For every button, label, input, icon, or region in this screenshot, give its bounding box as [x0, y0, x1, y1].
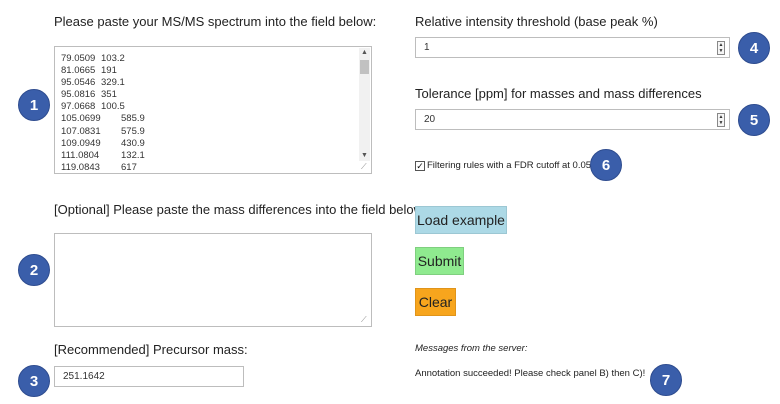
scroll-down-icon[interactable]: ▼ [359, 151, 370, 161]
spectrum-mz: 109.0949 [61, 137, 101, 149]
spectrum-content: 79.0509 103.2 81.0665 191 95.0546 329.1 95.081… [61, 53, 357, 173]
mass-differences-label: [Optional] Please paste the mass differe… [54, 202, 427, 217]
badge-5: 5 [738, 104, 770, 136]
spectrum-row: 95.0546 329.1 [61, 77, 357, 89]
resize-grip-icon[interactable]: ⟋ [361, 163, 369, 171]
fdr-label: Filtering rules with a FDR cutoff at 0.0… [427, 160, 592, 171]
badge-2: 2 [18, 254, 50, 286]
clear-button[interactable]: Clear [415, 288, 456, 316]
spectrum-intensity: 617 [121, 161, 137, 173]
spectrum-label: Please paste your MS/MS spectrum into th… [54, 14, 377, 29]
spectrum-row: 111.0804 132.1 [61, 150, 357, 162]
spectrum-intensity: 585.9 [121, 113, 145, 125]
load-example-button[interactable]: Load example [415, 206, 507, 234]
badge-6: 6 [590, 149, 622, 181]
spectrum-intensity: 351 [101, 89, 117, 101]
threshold-label: Relative intensity threshold (base peak … [415, 14, 658, 29]
spectrum-mz: 105.0699 [61, 113, 101, 125]
spectrum-row: 119.0843 617 [61, 162, 357, 173]
spectrum-mz: 111.0804 [61, 149, 100, 161]
spectrum-mz: 107.0831 [61, 125, 101, 137]
spectrum-mz: 119.0843 [61, 161, 100, 173]
spectrum-row: 97.0668 100.5 [61, 101, 357, 113]
badge-1: 1 [18, 89, 50, 121]
precursor-label: [Recommended] Precursor mass: [54, 342, 248, 357]
msms-annotation-form: Please paste your MS/MS spectrum into th… [0, 0, 780, 404]
resize-grip-icon[interactable]: ⟋ [361, 316, 369, 324]
precursor-input[interactable]: 251.1642 [54, 366, 244, 387]
badge-7: 7 [650, 364, 682, 396]
spectrum-row: 105.0699 585.9 [61, 113, 357, 125]
spectrum-mz: 81.0665 [61, 65, 96, 77]
spectrum-row: 107.0831 575.9 [61, 126, 357, 138]
scroll-thumb[interactable] [360, 60, 369, 74]
tolerance-spinner[interactable]: ▲ ▼ [717, 113, 725, 127]
spectrum-scrollbar[interactable]: ▲ ▼ [359, 48, 370, 161]
spectrum-intensity: 575.9 [121, 125, 145, 137]
spectrum-textarea[interactable]: 79.0509 103.2 81.0665 191 95.0546 329.1 95.081… [54, 46, 372, 174]
messages-text: Annotation succeeded! Please check panel… [415, 368, 646, 379]
spectrum-intensity: 132.1 [121, 149, 145, 161]
spectrum-mz: 97.0668 [61, 101, 96, 113]
tolerance-value: 20 [424, 114, 436, 125]
badge-4: 4 [738, 32, 770, 64]
tolerance-label: Tolerance [ppm] for masses and mass diff… [415, 86, 702, 101]
spectrum-mz: 95.0816 [61, 89, 96, 101]
spectrum-intensity: 103.2 [101, 53, 125, 64]
fdr-checkbox[interactable]: ✓ [415, 160, 425, 171]
threshold-spinner[interactable]: ▲ ▼ [717, 41, 725, 55]
submit-button[interactable]: Submit [415, 247, 464, 275]
tolerance-input[interactable]: 20 ▲ ▼ [415, 109, 730, 130]
scroll-up-icon[interactable]: ▲ [359, 48, 370, 58]
badge-3: 3 [18, 365, 50, 397]
spectrum-intensity: 100.5 [101, 101, 125, 113]
threshold-value: 1 [424, 42, 430, 53]
spectrum-intensity: 191 [101, 65, 117, 77]
spectrum-mz: 95.0546 [61, 77, 96, 89]
spectrum-row: 79.0509 103.2 [61, 53, 357, 65]
spectrum-row: 81.0665 191 [61, 65, 357, 77]
spectrum-row: 109.0949 430.9 [61, 138, 357, 150]
messages-title: Messages from the server: [415, 343, 528, 354]
spectrum-intensity: 430.9 [121, 137, 145, 149]
spectrum-mz: 79.0509 [61, 53, 96, 64]
threshold-input[interactable]: 1 ▲ ▼ [415, 37, 730, 58]
mass-differences-textarea[interactable]: ⟋ [54, 233, 372, 327]
spectrum-intensity: 329.1 [101, 77, 125, 89]
spinner-down-icon[interactable]: ▼ [718, 48, 724, 54]
spinner-down-icon[interactable]: ▼ [718, 120, 724, 126]
fdr-filter-row[interactable]: ✓ Filtering rules with a FDR cutoff at 0… [415, 160, 591, 171]
spectrum-row: 95.0816 351 [61, 89, 357, 101]
